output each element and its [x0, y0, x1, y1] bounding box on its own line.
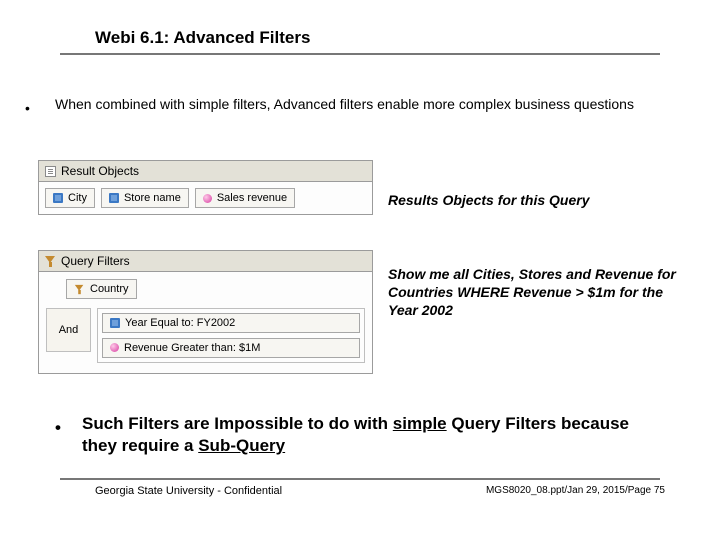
- and-group: And Year Equal to: FY2002 Revenue Greate…: [46, 308, 365, 363]
- and-conditions: Year Equal to: FY2002 Revenue Greater th…: [97, 308, 365, 363]
- sheet-icon: [45, 166, 56, 177]
- filter-year[interactable]: Year Equal to: FY2002: [102, 313, 360, 333]
- footer-left: Georgia State University - Confidential: [95, 485, 282, 497]
- query-filters-caption: Show me all Cities, Stores and Revenue f…: [388, 265, 688, 320]
- result-objects-body: City Store name Sales revenue: [39, 182, 372, 214]
- measure-icon: [110, 343, 119, 352]
- funnel-icon: [45, 256, 56, 267]
- chip-label: Year Equal to: FY2002: [125, 317, 235, 329]
- dimension-icon: [109, 193, 119, 203]
- conclusion-text: Such Filters are Impossible to do with s…: [82, 413, 662, 457]
- chip-label: Revenue Greater than: $1M: [124, 342, 260, 354]
- dimension-icon: [53, 193, 63, 203]
- query-filters-panel: Query Filters Country And Year Equal to:…: [38, 250, 373, 374]
- chip-label: Store name: [124, 192, 181, 204]
- result-object-revenue[interactable]: Sales revenue: [195, 188, 295, 208]
- and-operator[interactable]: And: [46, 308, 91, 352]
- underline-subquery: Sub-Query: [198, 436, 285, 455]
- funnel-icon: [75, 284, 84, 293]
- text-segment: Such Filters are Impossible to do with: [82, 414, 393, 433]
- query-filters-body: Country And Year Equal to: FY2002 Revenu…: [39, 272, 372, 373]
- result-objects-caption: Results Objects for this Query: [388, 192, 590, 208]
- dimension-icon: [110, 318, 120, 328]
- intro-text: When combined with simple filters, Advan…: [55, 95, 645, 113]
- measure-icon: [203, 194, 212, 203]
- result-object-store[interactable]: Store name: [101, 188, 189, 208]
- bullet-marker: •: [55, 418, 61, 438]
- underline-simple: simple: [393, 414, 447, 433]
- chip-label: Country: [90, 283, 129, 295]
- result-objects-header: Result Objects: [39, 161, 372, 182]
- chip-label: Sales revenue: [217, 192, 287, 204]
- query-filters-header-label: Query Filters: [61, 254, 130, 268]
- result-objects-panel: Result Objects City Store name Sales rev…: [38, 160, 373, 215]
- title-divider: [60, 53, 660, 55]
- chip-label: City: [68, 192, 87, 204]
- result-object-city[interactable]: City: [45, 188, 95, 208]
- footer-right: MGS8020_08.ppt/Jan 29, 2015/Page 75: [486, 485, 665, 496]
- bullet-marker: •: [25, 100, 30, 116]
- filter-revenue[interactable]: Revenue Greater than: $1M: [102, 338, 360, 358]
- result-objects-header-label: Result Objects: [61, 164, 139, 178]
- footer-divider: [60, 478, 660, 480]
- slide-title: Webi 6.1: Advanced Filters: [95, 28, 310, 48]
- filter-country[interactable]: Country: [66, 279, 137, 299]
- query-filters-header: Query Filters: [39, 251, 372, 272]
